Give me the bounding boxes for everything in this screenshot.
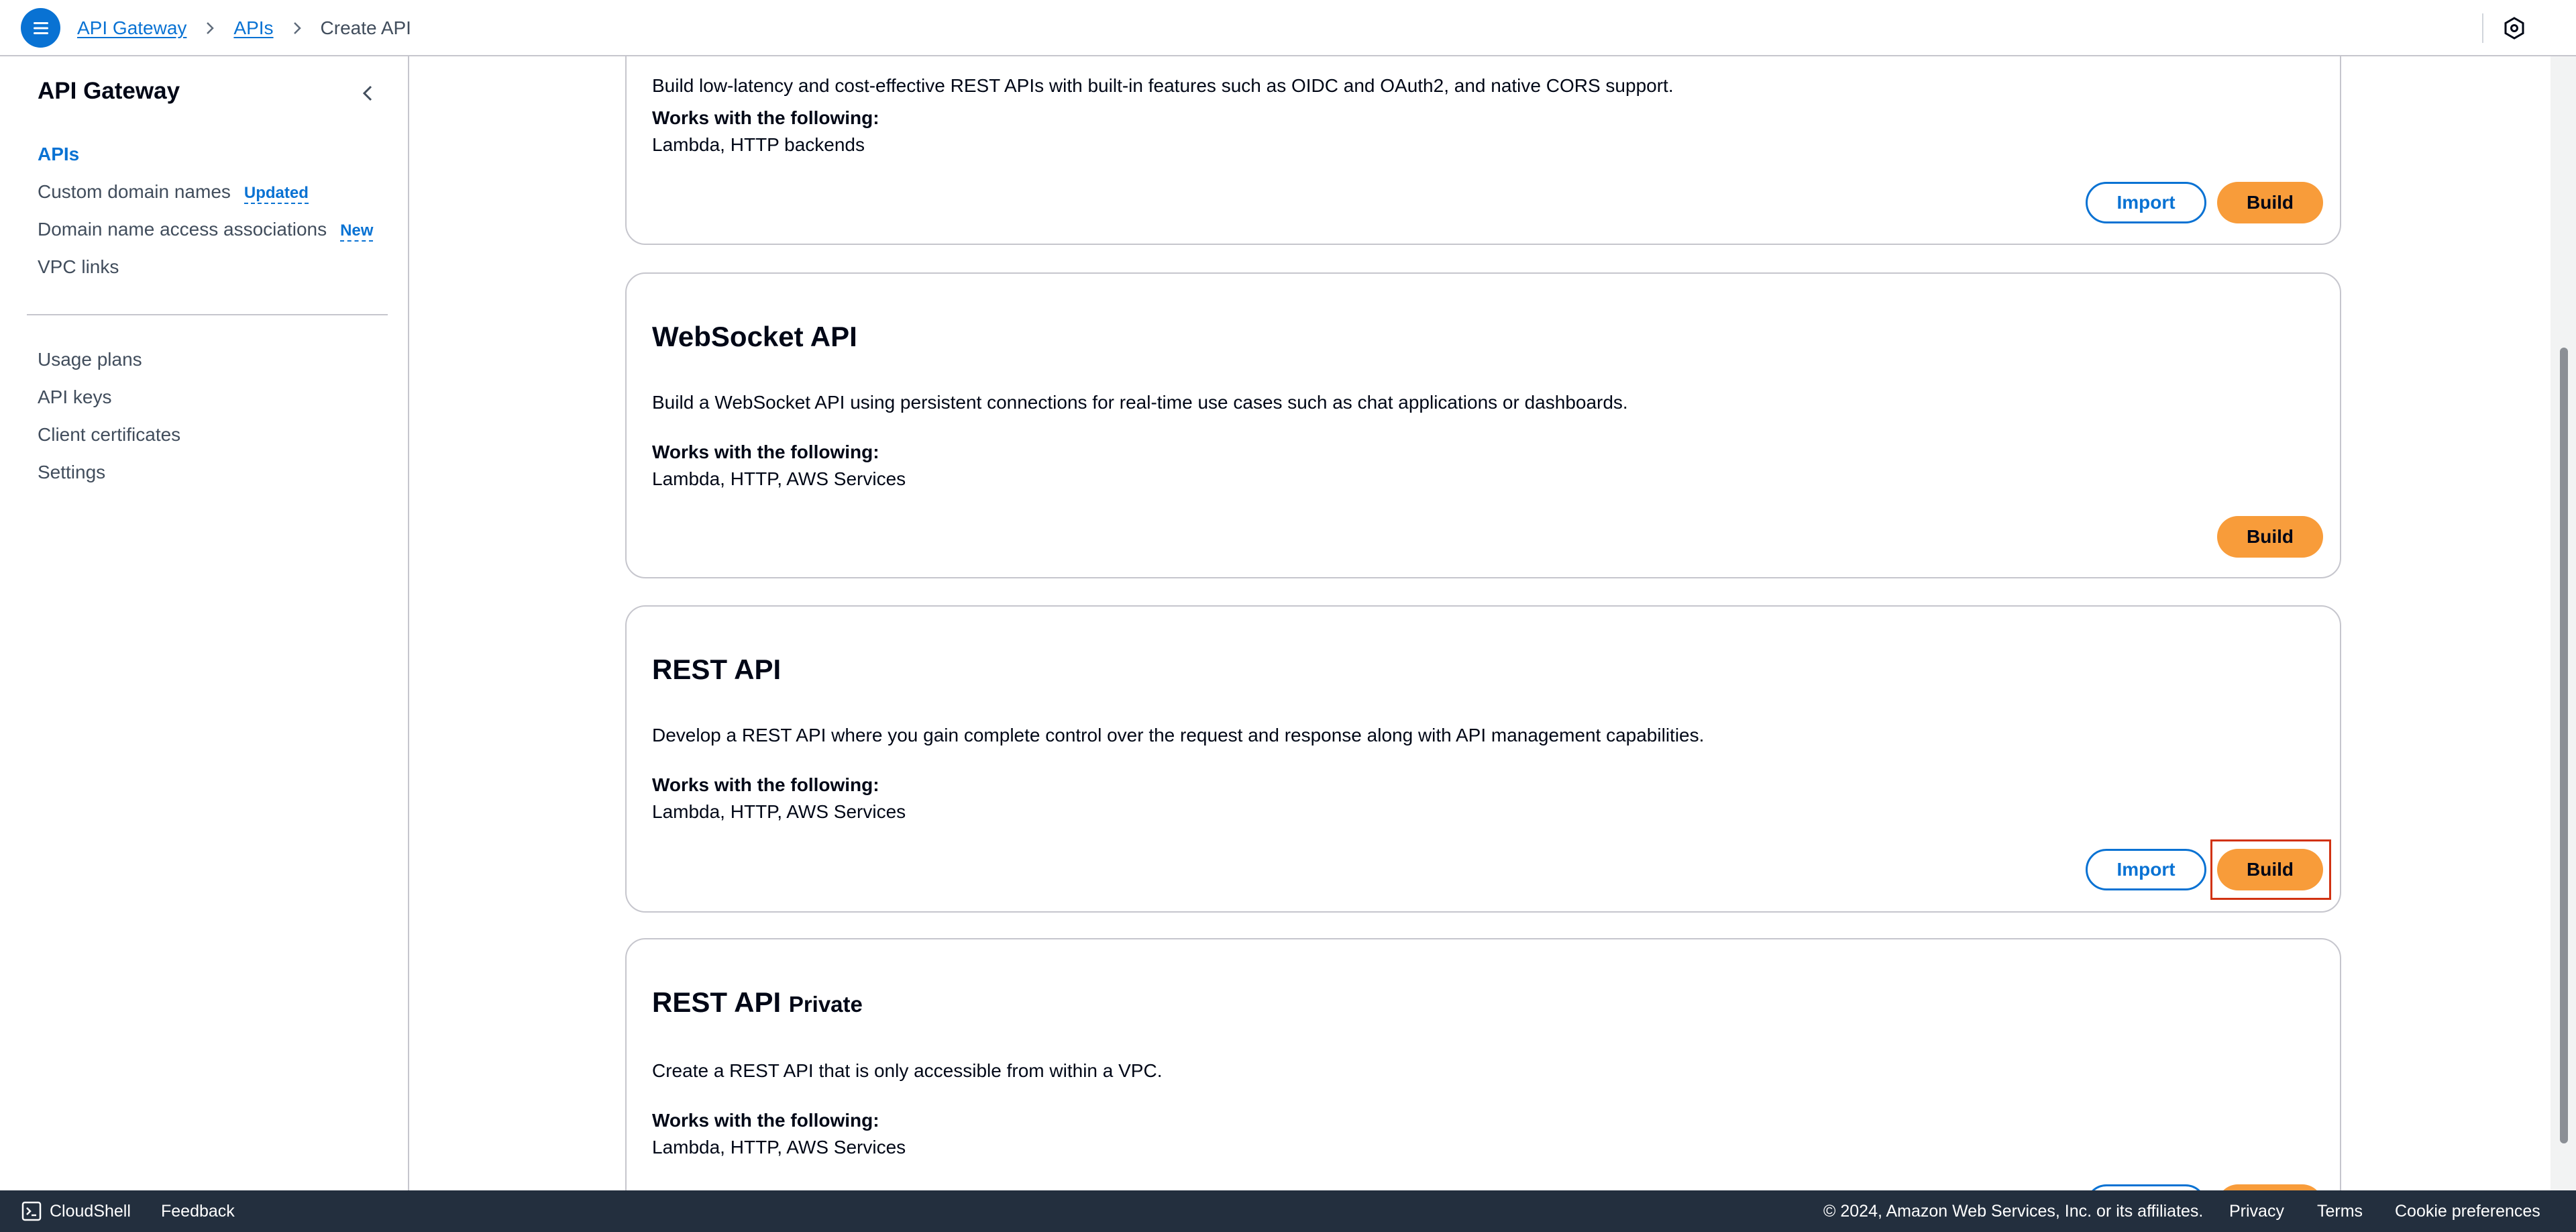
import-button[interactable]: Import	[2086, 182, 2206, 223]
side-navigation: API Gateway APIs Custom domain names Upda…	[0, 56, 409, 1190]
terms-link[interactable]: Terms	[2317, 1190, 2363, 1232]
rest-api-private-card: REST API Private Create a REST API that …	[625, 938, 2341, 1190]
card-description: Develop a REST API where you gain comple…	[652, 725, 1705, 746]
cookie-preferences-link[interactable]: Cookie preferences	[2395, 1190, 2540, 1232]
sidebar-item-client-certificates[interactable]: Client certificates	[38, 424, 180, 446]
http-api-card: Build low-latency and cost-effective RES…	[625, 56, 2341, 245]
card-description: Build a WebSocket API using persistent c…	[652, 392, 1628, 413]
copyright-text: © 2024, Amazon Web Services, Inc. or its…	[1823, 1201, 2204, 1221]
sidebar-item-label: API keys	[38, 387, 112, 407]
sidebar-item-vpc-links[interactable]: VPC links	[38, 256, 119, 278]
sidebar-item-apis[interactable]: APIs	[38, 144, 79, 165]
chevron-right-icon	[203, 21, 217, 36]
import-button-partial[interactable]	[2086, 1184, 2206, 1190]
rest-api-card: REST API Develop a REST API where you ga…	[625, 605, 2341, 913]
breadcrumb-apis[interactable]: APIs	[233, 17, 273, 39]
hamburger-icon	[33, 21, 48, 34]
works-with-list: Lambda, HTTP, AWS Services	[652, 468, 906, 489]
cloudshell-button[interactable]: CloudShell	[21, 1190, 131, 1232]
sidebar-item-api-keys[interactable]: API keys	[38, 387, 111, 408]
breadcrumb-create-api: Create API	[320, 17, 411, 38]
card-title: REST API	[652, 654, 782, 685]
breadcrumb: API Gateway APIs Create API	[77, 0, 411, 56]
build-button[interactable]: Build	[2217, 182, 2323, 223]
top-navigation: API Gateway APIs Create API	[0, 0, 2576, 56]
nav-divider	[27, 314, 388, 315]
settings-hexagon-icon[interactable]	[2502, 16, 2526, 40]
sidebar-item-settings[interactable]: Settings	[38, 462, 105, 483]
build-button[interactable]: Build	[2217, 516, 2323, 558]
sidebar-item-usage-plans[interactable]: Usage plans	[38, 349, 142, 370]
works-with-label: Works with the following:	[652, 774, 879, 795]
chevron-right-icon	[290, 21, 305, 36]
card-title-suffix: Private	[788, 992, 863, 1017]
nav-title[interactable]: API Gateway	[38, 78, 180, 105]
works-with-label: Works with the following:	[652, 1110, 879, 1131]
updated-badge[interactable]: Updated	[244, 184, 309, 204]
sidebar-item-label: VPC links	[38, 256, 119, 277]
sidebar-item-label: APIs	[38, 144, 80, 164]
sidebar-item-label: Settings	[38, 462, 106, 482]
sidebar-item-label: Custom domain names	[38, 181, 231, 202]
sidebar-item-label: Domain name access associations	[38, 219, 327, 240]
sidebar-item-label: Usage plans	[38, 349, 142, 370]
sidebar-item-custom-domain-names[interactable]: Custom domain names Updated	[38, 181, 309, 204]
works-with-label: Works with the following:	[652, 442, 879, 462]
new-badge[interactable]: New	[340, 221, 374, 242]
footer: CloudShell Feedback © 2024, Amazon Web S…	[0, 1190, 2576, 1232]
breadcrumb-api-gateway[interactable]: API Gateway	[77, 17, 186, 39]
menu-button[interactable]	[21, 8, 60, 48]
cloudshell-icon	[21, 1201, 42, 1221]
card-title-main: REST API	[652, 986, 782, 1018]
scrollbar-thumb[interactable]	[2560, 348, 2568, 1143]
sidebar-item-label: Client certificates	[38, 424, 181, 445]
main-content: Build low-latency and cost-effective RES…	[411, 56, 2551, 1190]
privacy-link[interactable]: Privacy	[2229, 1190, 2284, 1232]
card-description: Build low-latency and cost-effective RES…	[652, 75, 1674, 96]
works-with-list: Lambda, HTTP, AWS Services	[652, 801, 906, 822]
cloudshell-label: CloudShell	[50, 1201, 131, 1221]
sidebar-item-domain-name-access-associations[interactable]: Domain name access associations New	[38, 219, 374, 242]
feedback-link[interactable]: Feedback	[161, 1190, 235, 1232]
card-title: WebSocket API	[652, 321, 857, 352]
websocket-api-card: WebSocket API Build a WebSocket API usin…	[625, 272, 2341, 578]
works-with-list: Lambda, HTTP backends	[652, 134, 865, 155]
highlight-box	[2210, 839, 2331, 900]
build-button-partial[interactable]	[2217, 1184, 2323, 1190]
header-divider	[2482, 13, 2483, 43]
import-button[interactable]: Import	[2086, 849, 2206, 890]
works-with-label: Works with the following:	[652, 107, 879, 128]
collapse-nav-icon[interactable]	[356, 81, 381, 106]
card-title: REST API Private	[652, 986, 863, 1019]
works-with-list: Lambda, HTTP, AWS Services	[652, 1137, 906, 1158]
card-description: Create a REST API that is only accessibl…	[652, 1060, 1163, 1081]
